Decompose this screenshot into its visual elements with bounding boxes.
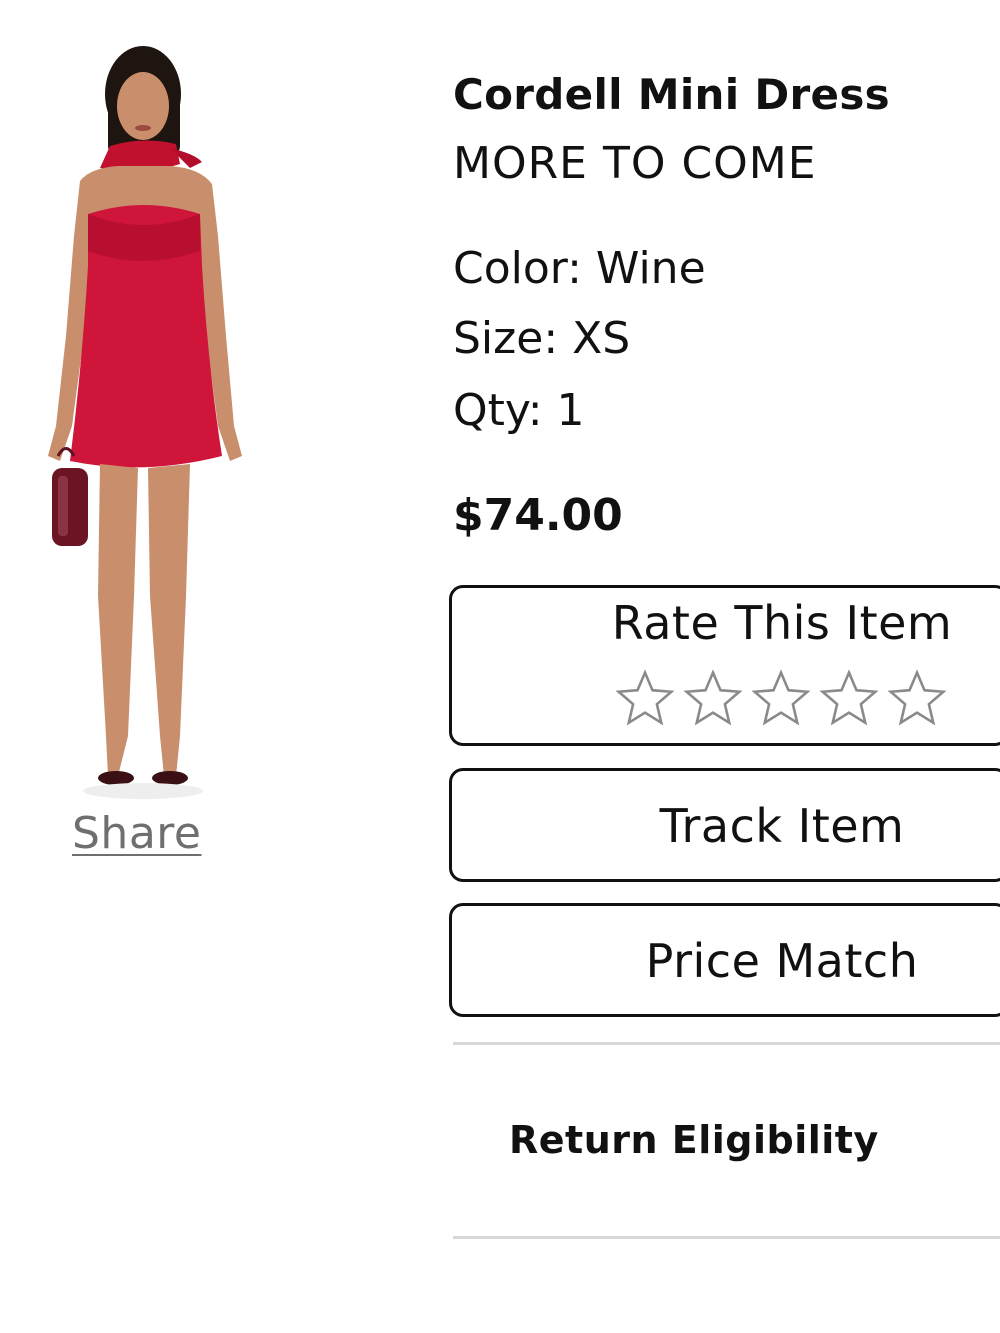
star-rating — [614, 668, 948, 730]
share-link[interactable]: Share — [72, 808, 201, 859]
product-price: $74.00 — [453, 490, 623, 541]
star-icon-3[interactable] — [750, 668, 812, 730]
star-icon-2[interactable] — [682, 668, 744, 730]
product-size: Size: XS — [453, 313, 631, 364]
rate-item-box: Rate This Item — [449, 585, 1000, 746]
star-icon-5[interactable] — [886, 668, 948, 730]
star-icon-4[interactable] — [818, 668, 880, 730]
price-match-label: Price Match — [645, 934, 919, 988]
track-item-button[interactable]: Track Item — [449, 768, 1000, 882]
model-photo — [48, 46, 242, 799]
divider — [453, 1042, 1000, 1045]
return-eligibility-toggle[interactable]: Return Eligibility — [509, 1118, 879, 1162]
divider — [453, 1236, 1000, 1239]
price-match-button[interactable]: Price Match — [449, 903, 1000, 1017]
star-icon-1[interactable] — [614, 668, 676, 730]
track-item-label: Track Item — [659, 799, 905, 853]
product-title: Cordell Mini Dress — [453, 70, 890, 119]
product-qty: Qty: 1 — [453, 385, 585, 436]
product-color: Color: Wine — [453, 243, 706, 294]
product-image[interactable] — [30, 36, 260, 806]
product-brand: MORE TO COME — [453, 138, 817, 189]
rate-item-label: Rate This Item — [611, 596, 953, 650]
